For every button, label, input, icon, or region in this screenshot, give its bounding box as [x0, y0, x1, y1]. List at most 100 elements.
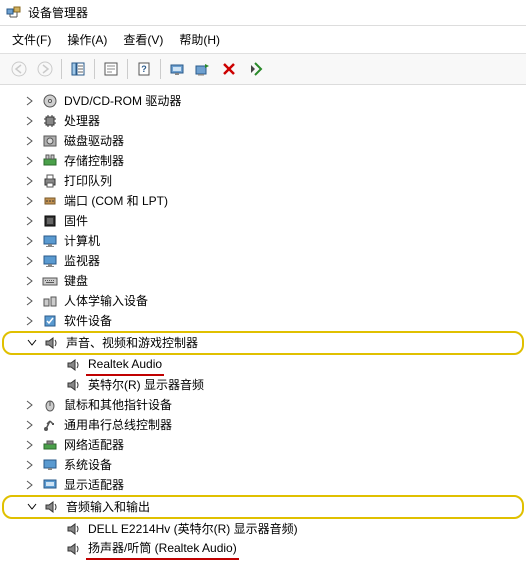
tree-label: 键盘: [62, 271, 90, 291]
disc-icon: [42, 93, 58, 109]
monitor-icon: [42, 253, 58, 269]
tree-label: 软件设备: [62, 311, 114, 331]
update-driver-button[interactable]: [190, 57, 216, 81]
chevron-right-icon[interactable]: [24, 95, 36, 107]
chevron-right-icon[interactable]: [24, 419, 36, 431]
tree-label: 系统设备: [62, 455, 114, 475]
tree-item-mouse[interactable]: 鼠标和其他指针设备: [0, 395, 526, 415]
computer-icon: [42, 457, 58, 473]
tree-label: 扬声器/听筒 (Realtek Audio): [86, 538, 239, 560]
chevron-right-icon[interactable]: [24, 155, 36, 167]
help-button[interactable]: ?: [131, 57, 157, 81]
tree-item-sound[interactable]: 声音、视频和游戏控制器: [4, 333, 522, 353]
chevron-right-icon[interactable]: [24, 439, 36, 451]
menubar: 文件(F) 操作(A) 查看(V) 帮助(H): [0, 26, 526, 54]
toolbar-separator: [94, 59, 95, 79]
chevron-right-icon[interactable]: [24, 315, 36, 327]
app-icon: [6, 5, 22, 21]
port-icon: [42, 193, 58, 209]
speaker-icon: [66, 377, 82, 393]
tree-label: DELL E2214Hv (英特尔(R) 显示器音频): [86, 519, 300, 539]
tree-item-ports[interactable]: 端口 (COM 和 LPT): [0, 191, 526, 211]
storage-controller-icon: [42, 153, 58, 169]
mouse-icon: [42, 397, 58, 413]
hid-icon: [42, 293, 58, 309]
software-icon: [42, 313, 58, 329]
tree-label: Realtek Audio: [86, 354, 164, 376]
tree-item-sysdev[interactable]: 系统设备: [0, 455, 526, 475]
forward-button[interactable]: [32, 57, 58, 81]
chevron-right-icon[interactable]: [24, 459, 36, 471]
tree-label: 人体学输入设备: [62, 291, 150, 311]
tree-item-intel-audio[interactable]: 英特尔(R) 显示器音频: [0, 375, 526, 395]
hdd-icon: [42, 133, 58, 149]
chevron-right-icon[interactable]: [24, 275, 36, 287]
chevron-right-icon[interactable]: [24, 115, 36, 127]
chevron-right-icon[interactable]: [24, 195, 36, 207]
chevron-down-icon[interactable]: [26, 501, 38, 513]
tree-item-realtek-audio[interactable]: Realtek Audio: [0, 355, 526, 375]
chevron-right-icon[interactable]: [24, 215, 36, 227]
tree-item-storage[interactable]: 存储控制器: [0, 151, 526, 171]
tree-label: 英特尔(R) 显示器音频: [86, 375, 206, 395]
titlebar: 设备管理器: [0, 0, 526, 26]
speaker-icon: [66, 541, 82, 557]
tree-label: 网络适配器: [62, 435, 126, 455]
tree-label: 端口 (COM 和 LPT): [62, 191, 170, 211]
tree-item-firmware[interactable]: 固件: [0, 211, 526, 231]
chevron-down-icon[interactable]: [26, 337, 38, 349]
tree-item-display[interactable]: 显示适配器: [0, 475, 526, 495]
keyboard-icon: [42, 273, 58, 289]
tree-label: 音频输入和输出: [64, 497, 152, 517]
chevron-right-icon[interactable]: [24, 295, 36, 307]
back-button[interactable]: [6, 57, 32, 81]
tree-item-printq[interactable]: 打印队列: [0, 171, 526, 191]
device-tree[interactable]: DVD/CD-ROM 驱动器 处理器 磁盘驱动器 存储控制器 打印队列 端口 (…: [0, 85, 526, 571]
chevron-right-icon[interactable]: [24, 235, 36, 247]
chevron-right-icon[interactable]: [24, 175, 36, 187]
properties-button[interactable]: [98, 57, 124, 81]
uninstall-button[interactable]: [216, 57, 242, 81]
tree-item-hid[interactable]: 人体学输入设备: [0, 291, 526, 311]
speaker-icon: [66, 357, 82, 373]
tree-label: 声音、视频和游戏控制器: [64, 333, 200, 353]
display-adapter-icon: [42, 477, 58, 493]
chevron-right-icon[interactable]: [24, 399, 36, 411]
tree-item-usb[interactable]: 通用串行总线控制器: [0, 415, 526, 435]
tree-label: 磁盘驱动器: [62, 131, 126, 151]
tree-label: 监视器: [62, 251, 102, 271]
menu-action[interactable]: 操作(A): [61, 28, 113, 51]
disable-button[interactable]: [242, 57, 268, 81]
tree-item-monitor[interactable]: 监视器: [0, 251, 526, 271]
tree-label: 打印队列: [62, 171, 114, 191]
menu-help[interactable]: 帮助(H): [173, 28, 226, 51]
network-icon: [42, 437, 58, 453]
tree-label: 计算机: [62, 231, 102, 251]
tree-item-speaker-realtek[interactable]: 扬声器/听筒 (Realtek Audio): [0, 539, 526, 559]
usb-icon: [42, 417, 58, 433]
tree-item-disk[interactable]: 磁盘驱动器: [0, 131, 526, 151]
tree-label: 显示适配器: [62, 475, 126, 495]
tree-item-audio-io[interactable]: 音频输入和输出: [4, 497, 522, 517]
annotation-box: 音频输入和输出: [2, 495, 524, 519]
tree-item-net[interactable]: 网络适配器: [0, 435, 526, 455]
menu-file[interactable]: 文件(F): [6, 28, 57, 51]
tree-item-dvd[interactable]: DVD/CD-ROM 驱动器: [0, 91, 526, 111]
tree-label: 处理器: [62, 111, 102, 131]
tree-item-keyboard[interactable]: 键盘: [0, 271, 526, 291]
scan-hardware-button[interactable]: [164, 57, 190, 81]
toolbar-separator: [160, 59, 161, 79]
monitor-icon: [42, 233, 58, 249]
tree-label: 存储控制器: [62, 151, 126, 171]
menu-view[interactable]: 查看(V): [117, 28, 169, 51]
chevron-right-icon[interactable]: [24, 135, 36, 147]
tree-item-cpu[interactable]: 处理器: [0, 111, 526, 131]
show-hide-tree-button[interactable]: [65, 57, 91, 81]
tree-item-soft[interactable]: 软件设备: [0, 311, 526, 331]
chevron-right-icon[interactable]: [24, 479, 36, 491]
tree-item-computer[interactable]: 计算机: [0, 231, 526, 251]
annotation-box: 声音、视频和游戏控制器: [2, 331, 524, 355]
chevron-right-icon[interactable]: [24, 255, 36, 267]
tree-label: 通用串行总线控制器: [62, 415, 174, 435]
tree-item-dell-monitor-audio[interactable]: DELL E2214Hv (英特尔(R) 显示器音频): [0, 519, 526, 539]
